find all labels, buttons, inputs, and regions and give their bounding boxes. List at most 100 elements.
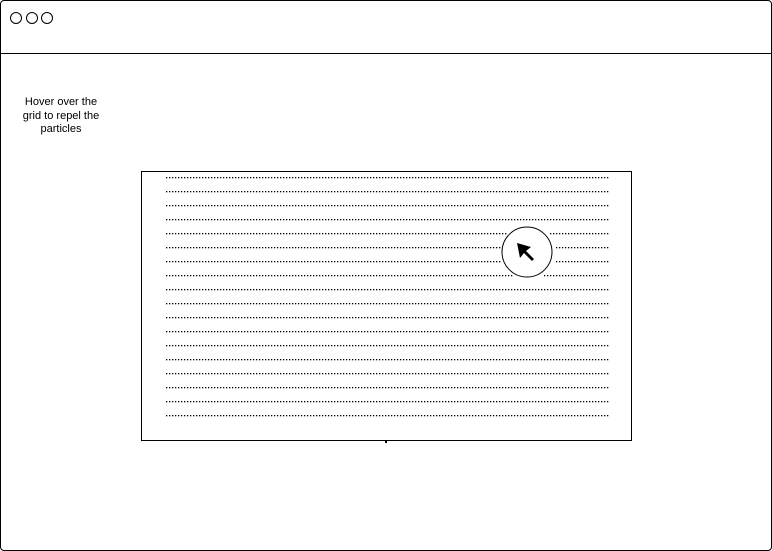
particle-dot [211,289,213,291]
particle-dot [274,317,276,319]
particle-dot [373,219,375,221]
maximize-window-button[interactable] [41,12,53,24]
particle-dot [313,261,315,263]
particle-dot [499,233,501,235]
particle-dot [451,331,453,333]
particle-dot [259,387,261,389]
particle-dot [430,177,432,179]
particle-dot [214,289,216,291]
particle-dot [487,387,489,389]
particle-dot [202,359,204,361]
particle-dot [292,387,294,389]
particle-dot [574,205,576,207]
particle-dot [553,233,555,235]
particle-dot [400,205,402,207]
particle-dot [442,275,444,277]
particle-dot [274,233,276,235]
particle-dot [580,247,582,249]
particle-dot [601,205,603,207]
particle-dot [604,303,606,305]
particle-dot [316,219,318,221]
particle-dot [493,247,495,249]
particle-dot [355,373,357,375]
particle-dot [190,247,192,249]
particle-dot [283,345,285,347]
particle-dot [277,415,279,417]
particle-dot [289,415,291,417]
particle-dot [601,191,603,193]
particle-dot [448,387,450,389]
particle-dot [325,317,327,319]
particle-grid[interactable] [142,172,631,440]
particle-dot [367,345,369,347]
particle-dot [301,233,303,235]
minimize-window-button[interactable] [26,12,38,24]
particle-dot [469,289,471,291]
particle-dot [511,219,513,221]
particle-dot [247,219,249,221]
particle-dot [454,177,456,179]
particle-dot [535,289,537,291]
particle-dot [526,205,528,207]
particle-dot [313,359,315,361]
particle-dot [346,345,348,347]
particle-dot [433,233,435,235]
particle-dot [463,359,465,361]
particle-dot [391,345,393,347]
particle-dot [217,331,219,333]
particle-dot [265,401,267,403]
particle-dot [424,359,426,361]
particle-dot [427,247,429,249]
particle-dot [541,303,543,305]
particle-dot [496,275,498,277]
particle-dot [463,387,465,389]
particle-dot [253,275,255,277]
particle-dot [220,191,222,193]
particle-dot [256,359,258,361]
particle-dot [310,373,312,375]
particle-dot [367,261,369,263]
particle-dot [301,219,303,221]
particle-dot [451,387,453,389]
particle-row [166,401,609,403]
particle-dot [409,177,411,179]
particle-dot [352,331,354,333]
particle-dot [430,373,432,375]
particle-dot [178,345,180,347]
particle-dot [598,415,600,417]
particle-dot [232,219,234,221]
particle-grid-canvas[interactable] [141,171,632,441]
particle-dot [424,331,426,333]
particle-dot [202,219,204,221]
particle-dot [544,219,546,221]
particle-dot [538,331,540,333]
particle-dot [589,359,591,361]
particle-dot [178,317,180,319]
particle-dot [334,415,336,417]
particle-dot [214,261,216,263]
particle-dot [520,331,522,333]
particle-dot [586,331,588,333]
particle-dot [496,177,498,179]
particle-dot [265,191,267,193]
particle-dot [244,401,246,403]
particle-dot [205,177,207,179]
particle-dot [607,373,609,375]
particle-dot [526,191,528,193]
particle-dot [208,247,210,249]
particle-dot [472,233,474,235]
particle-dot [307,219,309,221]
particle-dot [298,289,300,291]
particle-dot [418,345,420,347]
particle-dot [466,233,468,235]
close-window-button[interactable] [10,12,22,24]
particle-dot [376,415,378,417]
particle-dot [238,191,240,193]
particle-dot [496,373,498,375]
particle-dot [418,303,420,305]
particle-dot [577,289,579,291]
particle-dot [190,177,192,179]
particle-dot [283,233,285,235]
particle-dot [439,373,441,375]
particle-dot [574,191,576,193]
